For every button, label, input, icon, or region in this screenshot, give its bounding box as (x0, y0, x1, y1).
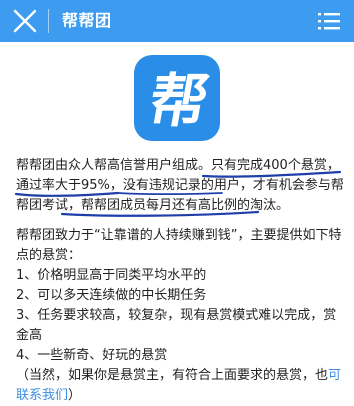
app-logo: 帮 (134, 55, 220, 141)
feature-intro: 帮帮团致力于“让靠谱的人持续赚到钱”，主要提供如下特点的悬赏： (16, 228, 342, 263)
feature-item: 2、可以多天连续做的中长期任务 (16, 288, 207, 303)
close-icon[interactable] (12, 8, 38, 34)
intro-sentence: 帮帮团由众人帮高信誉用户组成。 (16, 158, 212, 173)
list-menu-icon[interactable] (318, 11, 340, 31)
intro-paragraph: 帮帮团由众人帮高信誉用户组成。只有完成400个悬赏，通过率大于95%，没有违规记… (16, 156, 346, 216)
header-divider (48, 9, 49, 33)
page-title: 帮帮团 (62, 11, 112, 30)
feature-item: 1、价格明显高于同类平均水平的 (16, 268, 207, 283)
app-header: 帮帮团 (0, 0, 354, 42)
feature-item: 4、一些新奇、好玩的悬赏 (16, 348, 168, 363)
feature-item: 3、任务要求较高，较复杂，现有悬赏模式难以完成，赏金高 (16, 308, 337, 343)
bang-logo-icon: 帮 (144, 67, 214, 134)
elimination-text: 帮帮团成员每月还有高比例的淘汰。 (81, 198, 290, 213)
svg-text:帮: 帮 (144, 67, 214, 134)
contact-note: （当然，如果你是悬赏主，有符合上面要求的悬赏，也可联系我们） (16, 368, 342, 403)
intro-text: 帮帮团由众人帮高信誉用户组成。只有完成400个悬赏，通过率大于95%，没有违规记… (16, 156, 346, 406)
